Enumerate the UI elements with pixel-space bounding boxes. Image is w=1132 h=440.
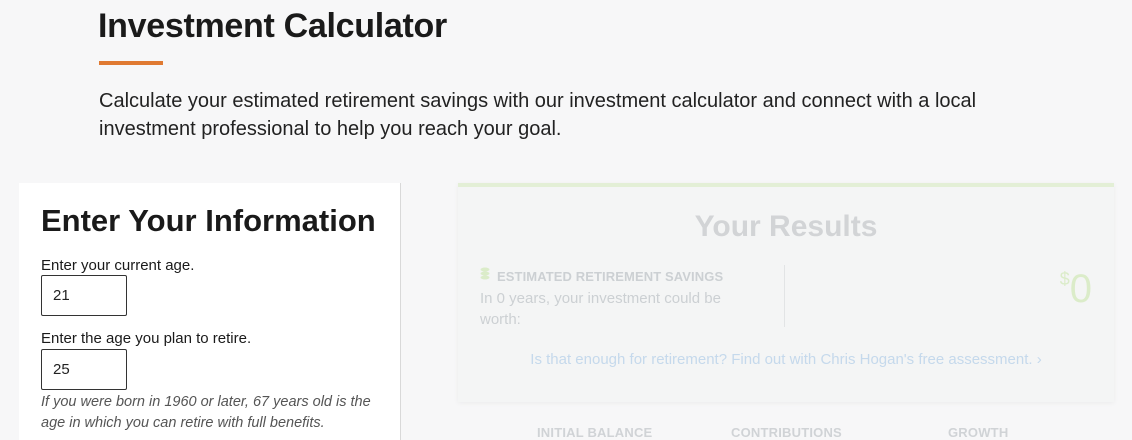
assessment-link[interactable]: Is that enough for retirement? Find out … [458, 351, 1114, 368]
coins-icon [480, 267, 490, 280]
retire-age-label: Enter the age you plan to retire. [41, 330, 252, 347]
currency-symbol: $ [1059, 269, 1070, 289]
savings-description: In 0 years, your investment could be wor… [480, 290, 721, 328]
current-age-label: Enter your current age. [41, 257, 195, 274]
result-amount: $0 [1060, 267, 1092, 311]
column-header-initial-balance: INITIAL BALANCE [537, 425, 653, 440]
column-header-contributions: CONTRIBUTIONS [731, 425, 842, 440]
results-heading: Your Results [694, 210, 878, 243]
intro-text: Calculate your estimated retirement savi… [99, 90, 977, 140]
title-underline [99, 61, 163, 65]
results-card: Your Results ESTIMATED RETIREMENT SAVING… [458, 183, 1114, 402]
input-panel-heading: Enter Your Information [41, 203, 376, 238]
current-age-input[interactable] [41, 275, 127, 316]
retire-age-input[interactable] [41, 349, 127, 390]
input-panel: Enter Your Information Enter your curren… [19, 183, 401, 440]
results-divider [784, 265, 785, 327]
column-header-growth: GROWTH [948, 425, 1009, 440]
savings-label: ESTIMATED RETIREMENT SAVINGS [497, 269, 724, 284]
amount-value: 0 [1069, 267, 1092, 311]
page-title: Investment Calculator [98, 7, 447, 45]
retire-age-note: If you were born in 1960 or later, 67 ye… [41, 394, 371, 431]
